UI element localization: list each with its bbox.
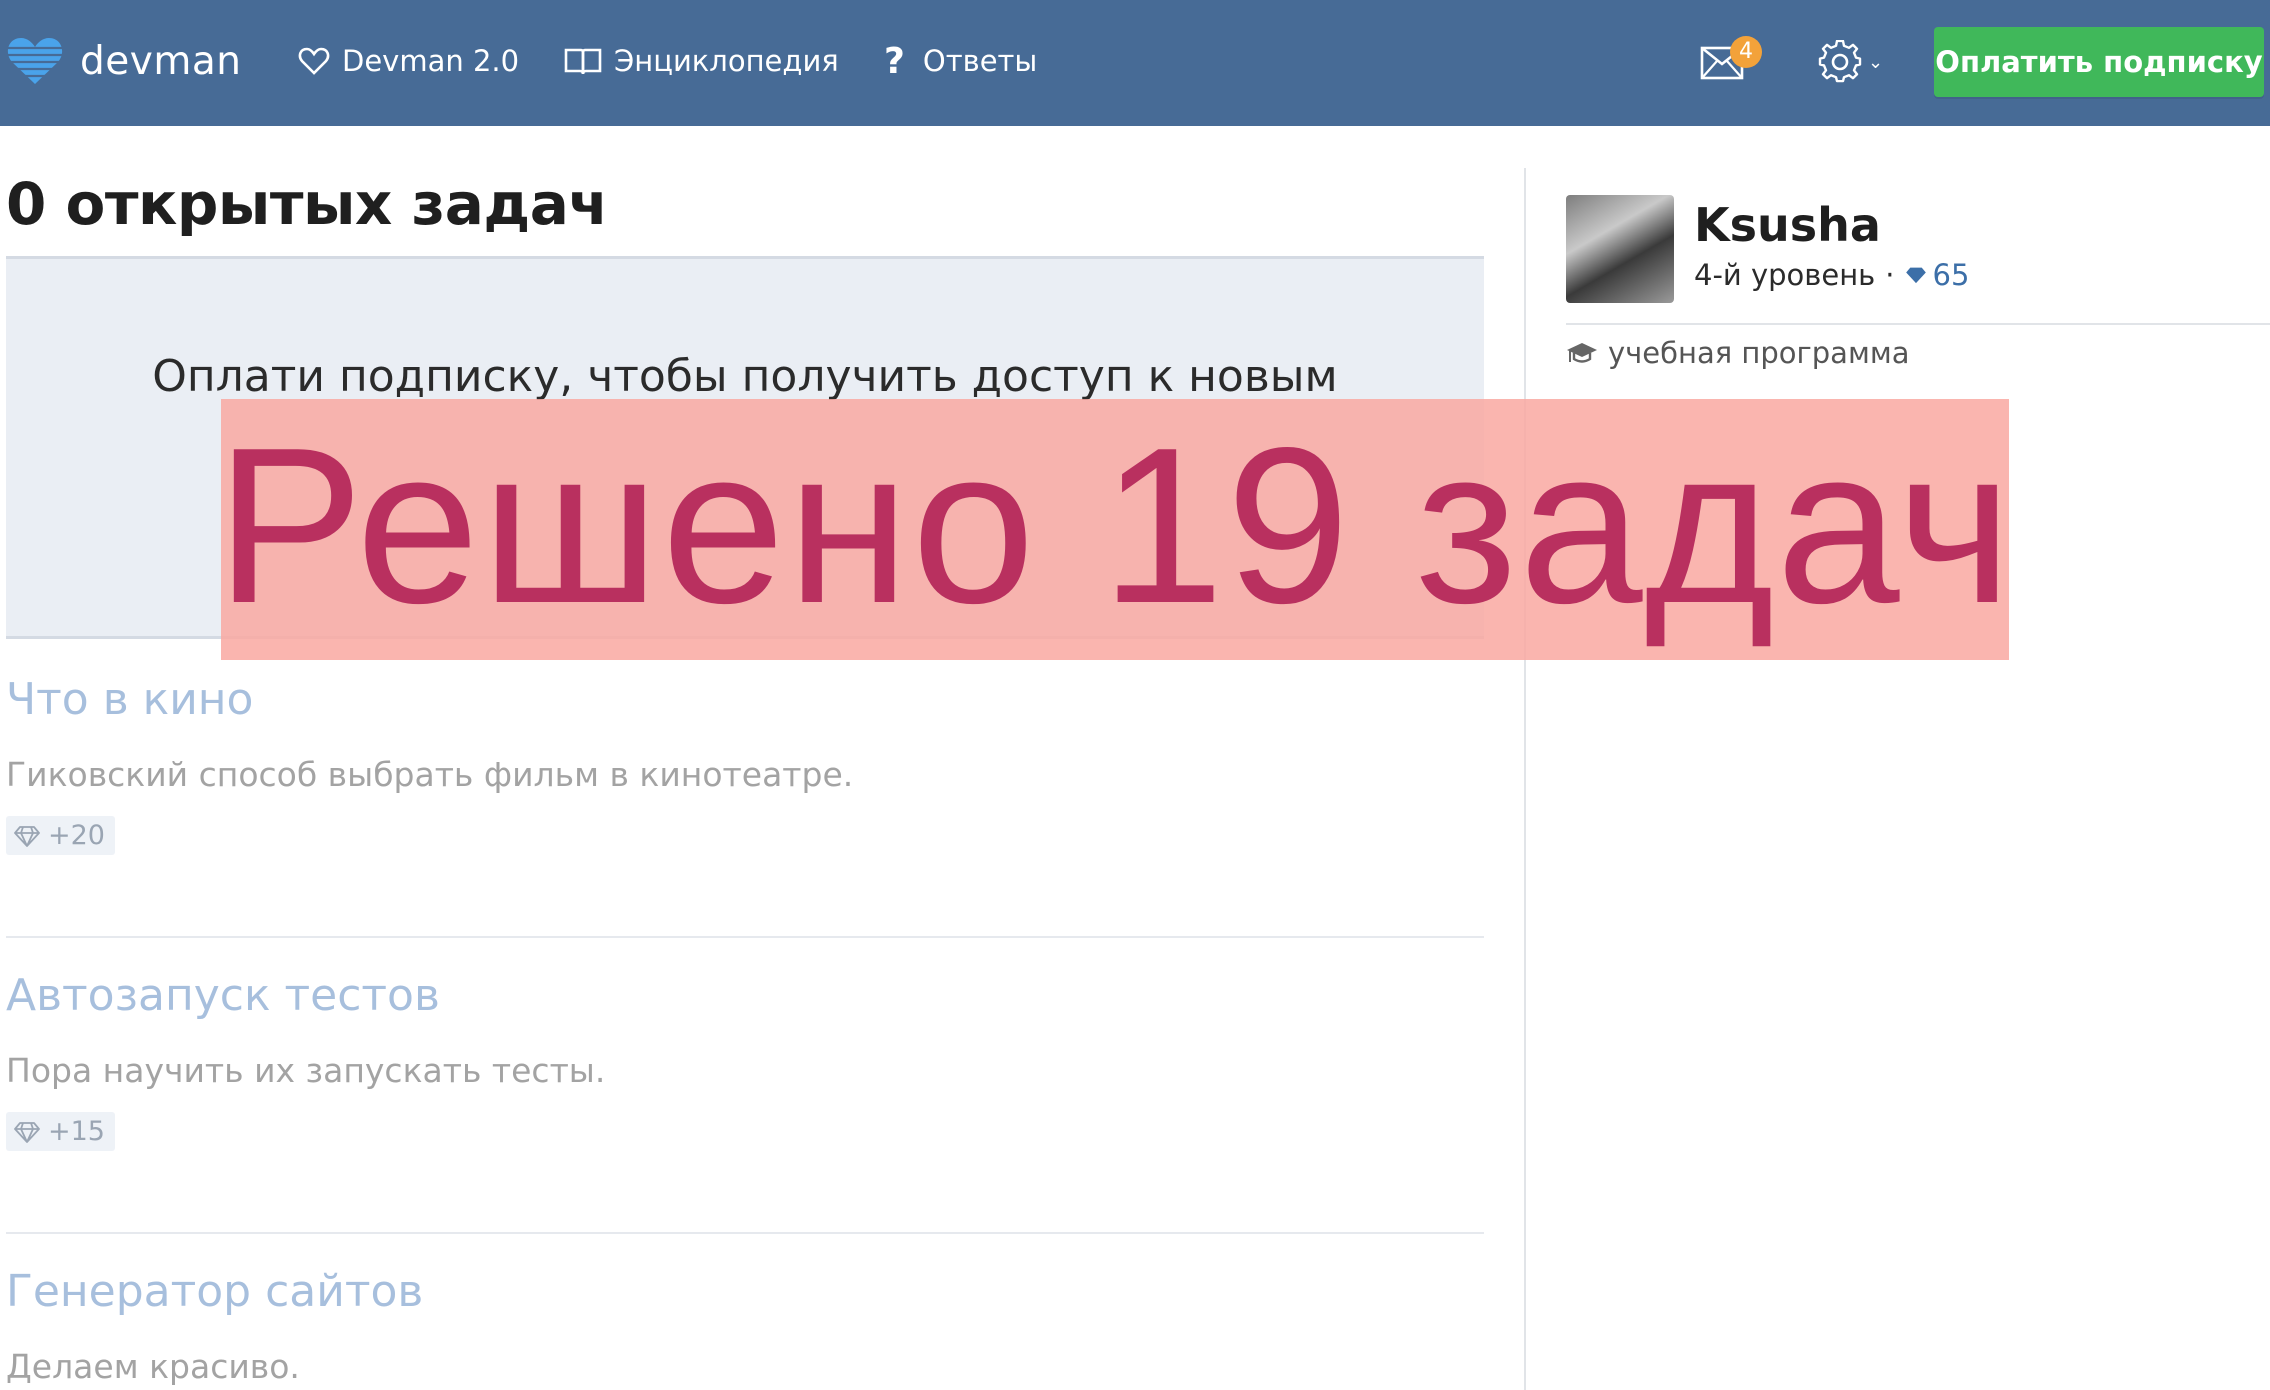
user-level: 4-й уровень <box>1694 258 1876 292</box>
task-divider <box>6 1232 1484 1234</box>
graduation-cap-icon <box>1567 343 1597 363</box>
task-card: Автозапуск тестов Пора научить их запуск… <box>6 970 1484 1151</box>
nav-encyclopedia[interactable]: Энциклопедия <box>564 38 839 84</box>
task-description: Гиковский способ выбрать фильм в кинотеа… <box>6 755 854 794</box>
unread-badge: 4 <box>1730 36 1762 68</box>
curriculum-link[interactable]: учебная программа <box>1566 336 1909 370</box>
question-icon: ? <box>884 40 905 82</box>
nav-answers-label: Ответы <box>922 44 1038 78</box>
task-title[interactable]: Генератор сайтов <box>6 1266 1484 1317</box>
nav-encyclopedia-label: Энциклопедия <box>614 44 839 78</box>
sidebar-divider <box>1524 168 1526 1390</box>
heart-icon <box>298 47 330 75</box>
reward-value: +15 <box>48 1116 105 1147</box>
task-card: Генератор сайтов Делаем красиво. <box>6 1266 1484 1386</box>
curriculum-link-label: учебная программа <box>1608 336 1910 370</box>
reward-value: +20 <box>48 820 105 851</box>
pay-subscription-button[interactable]: Оплатить подписку <box>1934 27 2264 97</box>
user-points: 65 <box>1932 258 1970 292</box>
logo-text: devman <box>80 38 242 84</box>
task-title[interactable]: Что в кино <box>6 674 1484 725</box>
reward-badge: +15 <box>6 1112 115 1151</box>
meta-separator: · <box>1885 258 1895 292</box>
heart-logo-icon <box>6 38 64 84</box>
gear-icon <box>1818 40 1862 83</box>
messages-button[interactable]: 4 <box>1700 36 1762 92</box>
diamond-icon <box>1905 267 1926 284</box>
page-title: 0 открытых задач <box>6 170 608 238</box>
promo-text: Оплати подписку, чтобы получить доступ к… <box>152 351 1338 402</box>
task-description: Делаем красиво. <box>6 1347 300 1386</box>
chevron-down-icon: ⌄ <box>1868 51 1884 73</box>
sidebar-section-divider <box>1566 323 2270 325</box>
nav-answers[interactable]: ? Ответы <box>884 38 1037 84</box>
logo[interactable]: devman <box>6 30 241 92</box>
task-title[interactable]: Автозапуск тестов <box>6 970 1484 1021</box>
user-name[interactable]: Ksusha <box>1694 198 1881 252</box>
settings-menu[interactable]: ⌄ <box>1818 36 1883 88</box>
navbar: devman Devman 2.0 Энциклопедия ? Ответы <box>0 0 2270 126</box>
overlay-text: Решено 19 задач <box>215 401 2015 650</box>
task-card: Что в кино Гиковский способ выбрать филь… <box>6 674 1484 855</box>
nav-devman-2[interactable]: Devman 2.0 <box>298 38 519 84</box>
diamond-icon <box>14 1121 40 1143</box>
book-icon <box>564 48 602 75</box>
user-meta: 4-й уровень · 65 <box>1694 258 1969 292</box>
diamond-icon <box>14 825 40 847</box>
page: devman Devman 2.0 Энциклопедия ? Ответы <box>0 0 2270 1390</box>
reward-badge: +20 <box>6 816 115 855</box>
avatar[interactable] <box>1566 195 1674 303</box>
task-divider <box>6 936 1484 938</box>
task-description: Пора научить их запускать тесты. <box>6 1051 606 1090</box>
nav-devman-2-label: Devman 2.0 <box>342 44 520 78</box>
solved-tasks-overlay: Решено 19 задач <box>216 399 2012 660</box>
